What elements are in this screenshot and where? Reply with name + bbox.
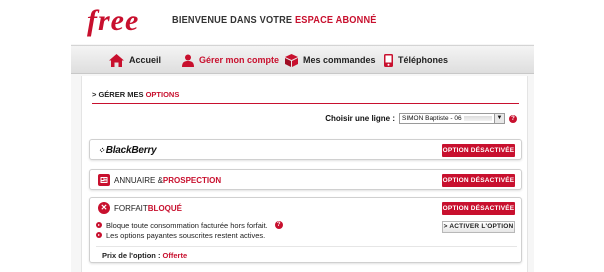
blackberry-icon: ⁘	[98, 146, 105, 155]
arrow-bullet-icon	[96, 232, 102, 238]
blocked-icon: ✕	[98, 202, 110, 214]
nav-item-accueil[interactable]: Accueil	[109, 53, 161, 67]
help-icon[interactable]: ?	[274, 221, 283, 229]
blackberry-logo: ⁘ BlackBerry	[98, 145, 157, 156]
price-label: Prix de l'option :	[102, 251, 161, 260]
nav-item-mes-commandes[interactable]: Mes commandes	[285, 53, 376, 67]
welcome-accent: ESPACE ABONNÉ	[294, 15, 377, 26]
section-title-accent: OPTIONS	[145, 90, 180, 99]
feature-text: Les options payantes souscrites restent …	[106, 230, 266, 240]
chevron-down-icon[interactable]: ▼	[494, 114, 504, 123]
option-title-annuaire: ANNUAIRE & PROSPECTION	[98, 174, 221, 186]
option-title-forfait-bloque: ✕ FORFAIT BLOQUÉ	[98, 202, 182, 214]
nav-item-label: Téléphones	[398, 55, 449, 65]
phone-icon	[384, 53, 393, 67]
option-card-blackberry: ⁘ BlackBerry OPTION DÉSACTIVÉE	[89, 139, 522, 160]
nav-item-label: Accueil	[129, 55, 162, 65]
nav-item-label: Gérer mon compte	[199, 55, 280, 65]
option-status-button[interactable]: OPTION DÉSACTIVÉE	[442, 144, 515, 157]
content-panel: > GÉRER MES OPTIONS Choisir une ligne : …	[81, 76, 528, 272]
option-status-button[interactable]: OPTION DÉSACTIVÉE	[442, 202, 515, 215]
section-title: > GÉRER MES OPTIONS	[92, 90, 179, 99]
option-name: BlackBerry	[105, 145, 157, 156]
option-features: Bloque toute consommation facturée hors …	[96, 220, 426, 240]
main-nav: Accueil Gérer mon compte Mes commandes T…	[71, 45, 534, 74]
header: free BIENVENUE DANS VOTRE ESPACE ABONNÉ	[71, 0, 534, 44]
page: free BIENVENUE DANS VOTRE ESPACE ABONNÉ …	[71, 0, 534, 272]
directory-icon	[98, 174, 110, 186]
line-select-value: SIMON Baptiste - 06	[402, 115, 462, 122]
price-value: Offerte	[162, 251, 188, 260]
user-icon	[182, 54, 194, 67]
price-divider	[96, 246, 517, 247]
nav-item-label: Mes commandes	[303, 55, 376, 65]
option-card-annuaire-prospection: ANNUAIRE & PROSPECTION OPTION DÉSACTIVÉE	[89, 169, 522, 190]
nav-item-gerer-mon-compte[interactable]: Gérer mon compte	[182, 53, 279, 67]
nav-item-telephones[interactable]: Téléphones	[384, 53, 448, 67]
option-name-accent: PROSPECTION	[162, 175, 222, 185]
list-item: Bloque toute consommation facturée hors …	[96, 220, 426, 230]
option-card-forfait-bloque: ✕ FORFAIT BLOQUÉ OPTION DÉSACTIVÉE Bloqu…	[89, 197, 522, 263]
feature-text: Bloque toute consommation facturée hors …	[106, 220, 268, 230]
option-name-prefix: FORFAIT	[114, 203, 148, 213]
box-icon	[285, 53, 298, 67]
option-title-blackberry: ⁘ BlackBerry	[98, 145, 157, 156]
option-name-prefix: ANNUAIRE &	[114, 175, 163, 185]
list-item: Les options payantes souscrites restent …	[96, 230, 426, 240]
home-icon	[109, 53, 124, 67]
activate-option-button[interactable]: > ACTIVER L'OPTION	[442, 221, 515, 233]
option-status-button[interactable]: OPTION DÉSACTIVÉE	[442, 174, 515, 187]
welcome-prefix: BIENVENUE DANS VOTRE	[172, 15, 293, 26]
masked-phone-number	[463, 116, 492, 121]
help-icon[interactable]: ?	[509, 114, 517, 123]
option-price: Prix de l'option : Offerte	[102, 251, 187, 260]
section-title-prefix: > GÉRER MES	[92, 90, 146, 99]
line-select-dropdown[interactable]: SIMON Baptiste - 06 ▼	[399, 113, 505, 124]
free-logo[interactable]: free	[87, 4, 139, 38]
section-divider	[92, 103, 519, 104]
option-name-accent: BLOQUÉ	[147, 203, 183, 213]
welcome-title: BIENVENUE DANS VOTRE ESPACE ABONNÉ	[172, 15, 377, 26]
arrow-bullet-icon	[96, 222, 102, 228]
line-selector-label: Choisir une ligne :	[325, 114, 395, 123]
line-selector: Choisir une ligne : SIMON Baptiste - 06 …	[325, 113, 517, 124]
